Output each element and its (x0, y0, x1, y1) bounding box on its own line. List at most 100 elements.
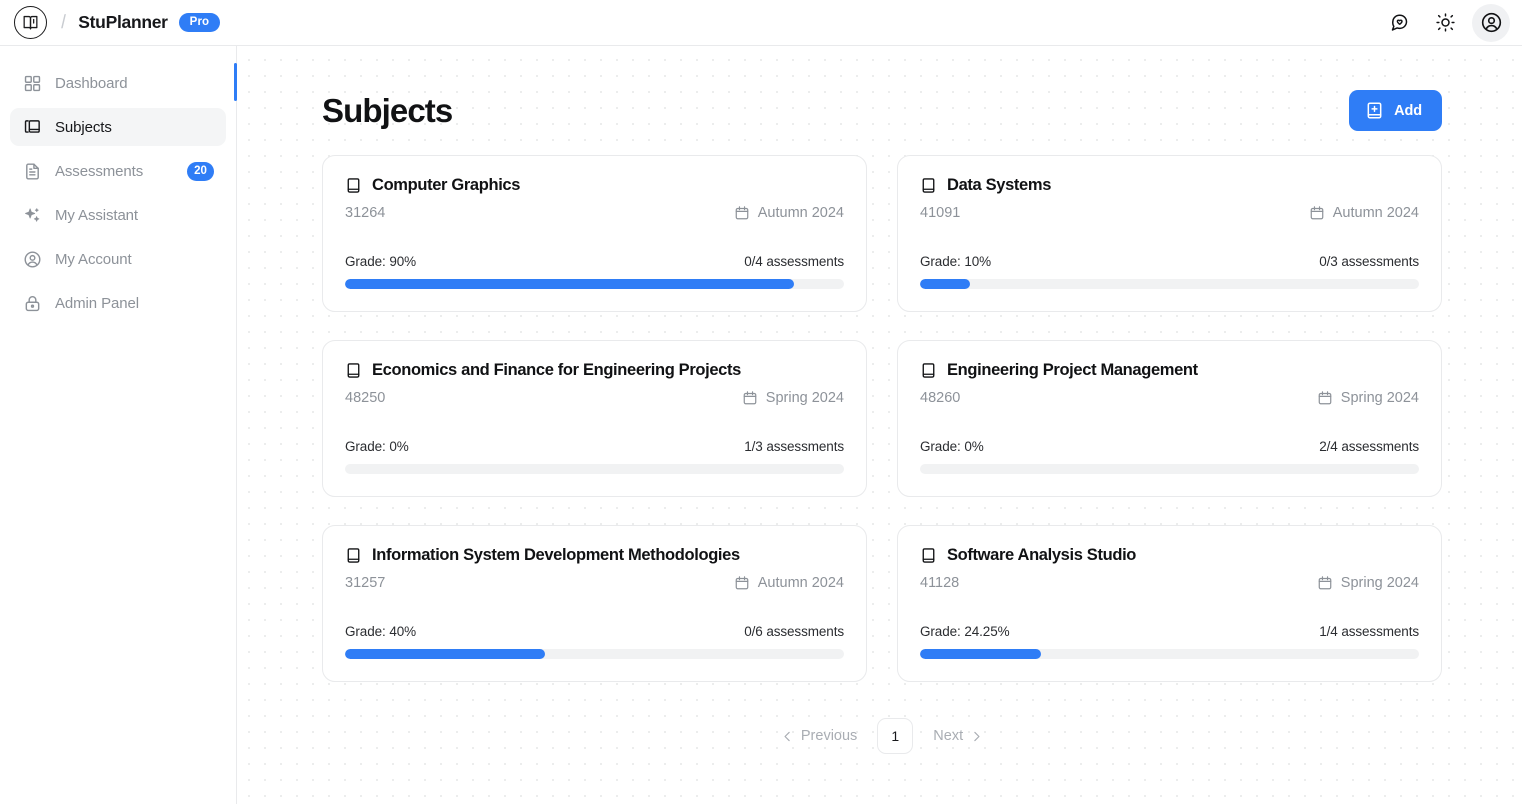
grade-progress-bar (345, 279, 844, 289)
chevron-left-icon (781, 730, 794, 743)
previous-page-button[interactable]: Previous (777, 722, 861, 750)
sidebar-item-label: Dashboard (55, 74, 128, 92)
subject-card[interactable]: Computer Graphics 31264 Autumn 2024 Grad… (322, 155, 867, 312)
account-avatar-button[interactable] (1472, 3, 1510, 42)
feedback-button[interactable] (1380, 4, 1418, 42)
grade-progress-bar (345, 649, 844, 659)
card-stats: Grade: 90% 0/4 assessments (345, 254, 844, 269)
chevron-right-icon (970, 730, 983, 743)
user-circle-icon (1480, 11, 1503, 34)
subject-cards-grid: Computer Graphics 31264 Autumn 2024 Grad… (322, 155, 1442, 682)
subject-code: 31257 (345, 575, 386, 591)
theme-toggle-button[interactable] (1426, 4, 1464, 42)
subject-title: Data Systems (947, 176, 1052, 194)
card-progress-area: Grade: 0% 1/3 assessments (345, 439, 844, 474)
book-logo-icon[interactable] (14, 6, 47, 39)
subject-card[interactable]: Engineering Project Management 48260 Spr… (897, 340, 1442, 497)
grade-label: Grade: 24.25% (920, 624, 1010, 639)
brand-area: / StuPlanner Pro (0, 6, 221, 39)
card-stats: Grade: 0% 2/4 assessments (920, 439, 1419, 454)
subject-code: 48250 (345, 390, 386, 406)
card-progress-area: Grade: 40% 0/6 assessments (345, 624, 844, 659)
grade-progress-fill (345, 279, 795, 289)
assessments-label: 0/6 assessments (744, 624, 844, 639)
page-number-button[interactable]: 1 (877, 718, 914, 754)
sidebar-item-dashboard[interactable]: Dashboard (10, 64, 226, 102)
subject-title: Computer Graphics (372, 176, 521, 194)
assessments-label: 2/4 assessments (1319, 439, 1419, 454)
assessments-label: 0/3 assessments (1319, 254, 1419, 269)
sidebar: Dashboard Subjects Assessments 20 My Ass… (0, 46, 237, 804)
subject-title: Economics and Finance for Engineering Pr… (372, 361, 741, 379)
book-icon (345, 547, 362, 564)
sun-icon (1435, 12, 1456, 33)
card-progress-area: Grade: 24.25% 1/4 assessments (920, 624, 1419, 659)
subject-term: Autumn 2024 (734, 205, 844, 221)
subject-code: 41091 (920, 205, 961, 221)
sidebar-item-my-account[interactable]: My Account (10, 240, 226, 278)
card-stats: Grade: 0% 1/3 assessments (345, 439, 844, 454)
book-icon (920, 177, 937, 194)
top-bar: / StuPlanner Pro (0, 0, 1522, 46)
sidebar-item-label: My Account (55, 250, 132, 268)
subject-code: 41128 (920, 575, 960, 591)
assessments-count-badge: 20 (187, 161, 214, 181)
grade-label: Grade: 0% (920, 439, 984, 454)
grade-progress-fill (920, 649, 1041, 659)
calendar-icon (1309, 205, 1325, 221)
plan-badge: Pro (178, 13, 221, 32)
sidebar-item-label: Admin Panel (55, 294, 139, 312)
card-title-row: Engineering Project Management (920, 361, 1419, 380)
pagination: Previous 1 Next (322, 718, 1442, 754)
grade-progress-fill (345, 649, 545, 659)
sidebar-item-label: My Assistant (55, 206, 138, 224)
card-meta: 41128 Spring 2024 (920, 575, 1419, 591)
sidebar-item-admin-panel[interactable]: Admin Panel (10, 284, 226, 322)
card-title-row: Information System Development Methodolo… (345, 546, 844, 565)
subject-term-label: Spring 2024 (1340, 575, 1419, 591)
subject-term-label: Autumn 2024 (757, 205, 844, 221)
topbar-actions (1380, 3, 1522, 42)
card-progress-area: Grade: 90% 0/4 assessments (345, 254, 844, 289)
subject-term: Spring 2024 (742, 390, 844, 406)
card-stats: Grade: 10% 0/3 assessments (920, 254, 1419, 269)
grade-label: Grade: 40% (345, 624, 417, 639)
assessments-label: 1/4 assessments (1319, 624, 1419, 639)
sidebar-item-my-assistant[interactable]: My Assistant (10, 196, 226, 234)
sidebar-active-indicator (234, 63, 237, 101)
subject-card[interactable]: Information System Development Methodolo… (322, 525, 867, 682)
books-icon (22, 117, 42, 137)
subject-card[interactable]: Data Systems 41091 Autumn 2024 Grade: 10… (897, 155, 1442, 312)
card-progress-area: Grade: 0% 2/4 assessments (920, 439, 1419, 474)
sparkles-icon (22, 205, 42, 225)
sidebar-item-subjects[interactable]: Subjects (10, 108, 226, 146)
subject-term: Autumn 2024 (734, 575, 844, 591)
card-meta: 41091 Autumn 2024 (920, 205, 1419, 221)
card-title-row: Data Systems (920, 176, 1419, 195)
subject-card[interactable]: Software Analysis Studio 41128 Spring 20… (897, 525, 1442, 682)
grade-label: Grade: 0% (345, 439, 409, 454)
grade-progress-bar (920, 279, 1419, 289)
subject-title: Information System Development Methodolo… (372, 546, 740, 564)
previous-page-label: Previous (800, 728, 858, 744)
page-title: Subjects (322, 91, 453, 129)
subject-term: Spring 2024 (1317, 390, 1419, 406)
grade-progress-bar (920, 464, 1419, 474)
sidebar-item-assessments[interactable]: Assessments 20 (10, 152, 226, 190)
main-content: Subjects Add Computer Graphics 31264 Aut… (237, 46, 1522, 804)
assessments-label: 1/3 assessments (744, 439, 844, 454)
brand-separator: / (60, 11, 67, 33)
sidebar-item-label: Assessments (55, 162, 144, 180)
calendar-icon (742, 390, 758, 406)
card-title-row: Software Analysis Studio (920, 546, 1419, 565)
next-page-button[interactable]: Next (929, 722, 987, 750)
add-subject-button[interactable]: Add (1349, 90, 1442, 131)
card-stats: Grade: 24.25% 1/4 assessments (920, 624, 1419, 639)
grid-icon (22, 73, 42, 93)
card-meta: 31257 Autumn 2024 (345, 575, 844, 591)
calendar-icon (1317, 575, 1333, 591)
add-subject-label: Add (1394, 102, 1422, 119)
subject-term-label: Spring 2024 (1340, 390, 1419, 406)
card-title-row: Economics and Finance for Engineering Pr… (345, 361, 844, 380)
subject-card[interactable]: Economics and Finance for Engineering Pr… (322, 340, 867, 497)
